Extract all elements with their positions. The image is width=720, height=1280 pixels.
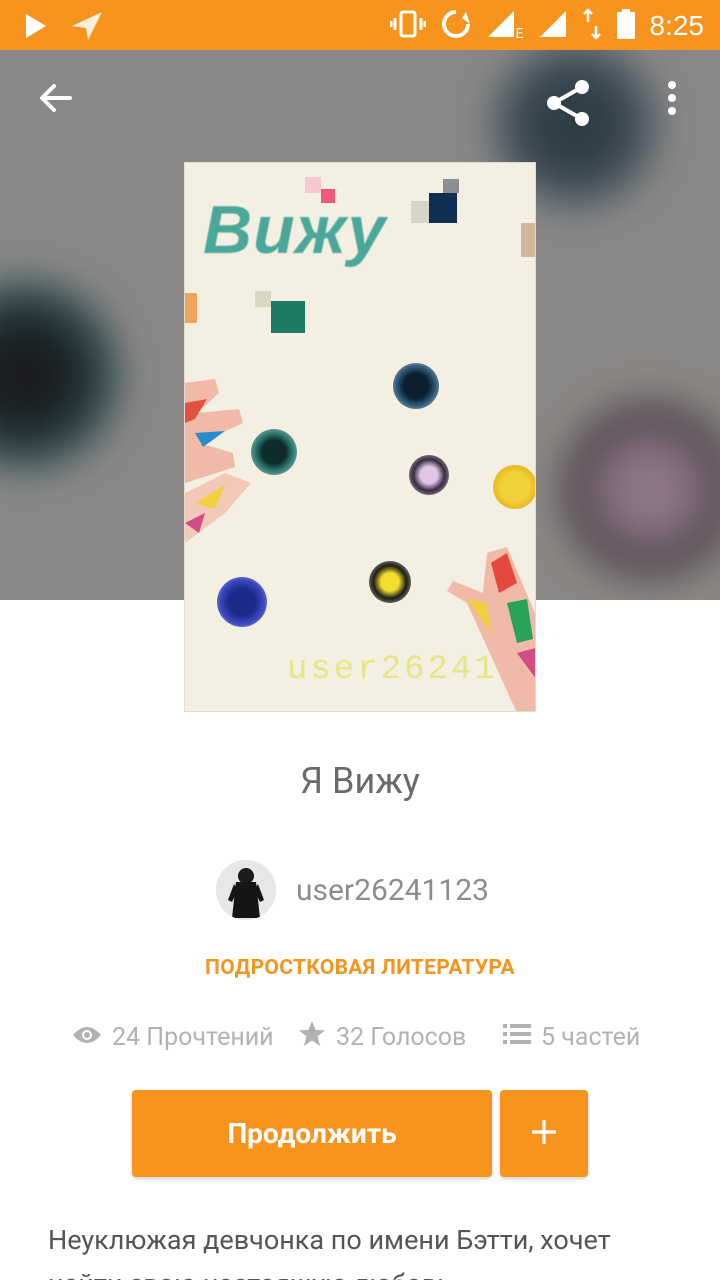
backdrop-blur-shape <box>560 400 720 580</box>
plus-icon <box>530 1118 558 1150</box>
reads-count: 24 Прочтений <box>112 1023 274 1052</box>
battery-icon <box>616 8 636 44</box>
parts-count: 5 частей <box>541 1023 641 1052</box>
painted-hand-illustration <box>185 379 251 543</box>
book-title: Я Вижу <box>300 760 420 802</box>
network-type-label: E <box>515 26 524 42</box>
cover-signature: user26241 <box>287 651 498 689</box>
story-description: Неуклюжая девчонка по имени Бэтти, хочет… <box>48 1224 611 1280</box>
signal-icon <box>538 9 568 43</box>
vibrate-icon <box>389 9 427 43</box>
data-arrows-icon <box>582 8 602 44</box>
star-icon <box>298 1020 326 1055</box>
backdrop-blur-shape <box>0 280 120 470</box>
avatar[interactable] <box>216 860 276 920</box>
votes-count: 32 Голосов <box>336 1023 467 1052</box>
reads-stat: 24 Прочтений <box>72 1023 298 1052</box>
continue-reading-button[interactable]: Продолжить <box>132 1090 492 1177</box>
share-button[interactable] <box>544 80 592 130</box>
cover-title-text: Вижу <box>203 192 387 268</box>
list-icon <box>503 1023 531 1052</box>
more-options-button[interactable] <box>652 80 692 120</box>
author-name[interactable]: user26241123 <box>296 873 489 908</box>
parts-stat: 5 частей <box>503 1023 640 1052</box>
back-button[interactable] <box>36 80 76 120</box>
book-cover[interactable]: Вижу user26241 <box>184 162 536 712</box>
more-vert-icon <box>666 80 678 120</box>
continue-reading-label: Продолжить <box>227 1117 397 1150</box>
sync-icon <box>440 8 472 44</box>
navigation-icon <box>68 10 104 46</box>
category-link[interactable]: ПОДРОСТКОВАЯ ЛИТЕРАТУРА <box>0 956 720 980</box>
play-icon <box>24 12 48 44</box>
eye-icon <box>72 1023 102 1052</box>
share-icon <box>544 79 592 131</box>
status-bar: E 8:25 <box>0 0 720 50</box>
votes-stat: 32 Голосов <box>298 1020 503 1055</box>
add-to-library-button[interactable] <box>500 1090 588 1177</box>
arrow-back-icon <box>38 80 74 120</box>
signal-icon <box>486 9 516 43</box>
author-link[interactable]: user26241123 <box>216 860 489 920</box>
story-stats: 24 Прочтений 32 Голосов 5 частей <box>72 1020 640 1055</box>
status-clock: 8:25 <box>649 10 705 41</box>
